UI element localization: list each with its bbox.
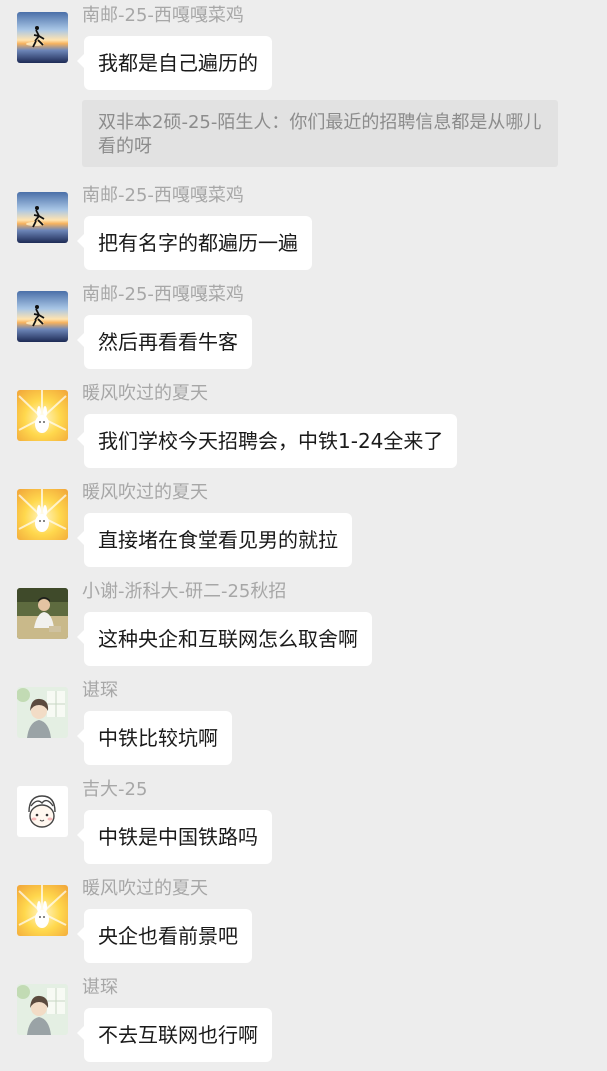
sender-name: 暖风吹过的夏天 xyxy=(82,878,208,899)
runner-sunset-avatar[interactable] xyxy=(17,192,68,243)
sender-name: 南邮-25-西嘎嘎菜鸡 xyxy=(82,5,244,26)
message-bubble[interactable]: 中铁是中国铁路吗 xyxy=(77,810,272,864)
sender-name: 小谢-浙科大-研二-25秋招 xyxy=(82,581,287,602)
message-bubble[interactable]: 中铁比较坑啊 xyxy=(77,711,232,765)
message-bubble[interactable]: 央企也看前景吧 xyxy=(77,909,252,963)
sender-name: 南邮-25-西嘎嘎菜鸡 xyxy=(82,185,244,206)
anime-boy-avatar[interactable] xyxy=(17,984,68,1035)
message-bubble[interactable]: 然后再看看牛客 xyxy=(77,315,252,369)
quote-separator: ： xyxy=(271,112,290,133)
runner-sunset-avatar[interactable] xyxy=(17,291,68,342)
sender-name: 南邮-25-西嘎嘎菜鸡 xyxy=(82,284,244,305)
bunny-rays-avatar[interactable] xyxy=(17,489,68,540)
sender-name: 谌琛 xyxy=(82,680,118,701)
bunny-rays-avatar[interactable] xyxy=(17,390,68,441)
message-bubble[interactable]: 这种央企和互联网怎么取舍啊 xyxy=(77,612,372,666)
sender-name: 吉大-25 xyxy=(82,779,148,800)
message-bubble[interactable]: 直接堵在食堂看见男的就拉 xyxy=(77,513,352,567)
message-bubble[interactable]: 不去互联网也行啊 xyxy=(77,1008,272,1062)
message-bubble[interactable]: 我们学校今天招聘会，中铁1-24全来了 xyxy=(76,414,458,468)
runner-sunset-avatar[interactable] xyxy=(17,12,68,63)
quote-sender: 双非本2硕-25-陌生人 xyxy=(98,112,272,133)
anime-boy-avatar[interactable] xyxy=(17,687,68,738)
sender-name: 暖风吹过的夏天 xyxy=(82,383,208,404)
bunny-rays-avatar[interactable] xyxy=(17,885,68,936)
sender-name: 谌琛 xyxy=(82,977,118,998)
sender-name: 暖风吹过的夏天 xyxy=(82,482,208,503)
person-photo-avatar[interactable] xyxy=(17,588,68,639)
message-bubble[interactable]: 把有名字的都遍历一遍 xyxy=(77,216,312,270)
quoted-message[interactable]: 双非本2硕-25-陌生人：你们最近的招聘信息都是从哪儿看的呀 xyxy=(82,100,558,167)
cartoon-face-avatar[interactable] xyxy=(17,786,68,837)
message-bubble[interactable]: 我都是自己遍历的 xyxy=(77,36,272,90)
